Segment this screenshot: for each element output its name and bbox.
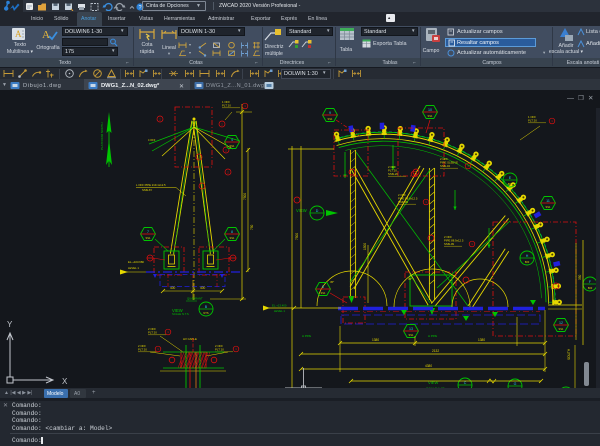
- svg-text:1: 1: [471, 242, 473, 246]
- svg-text:X: X: [62, 377, 68, 386]
- svg-text:B: B: [205, 305, 208, 309]
- svg-text:SS1: SS1: [559, 327, 564, 331]
- svg-text:2: 2: [225, 149, 227, 153]
- svg-text:7: 7: [147, 230, 149, 234]
- svg-text:SS1: SS1: [409, 333, 414, 337]
- svg-text:10: 10: [428, 108, 432, 112]
- svg-text:2: 2: [159, 118, 161, 122]
- svg-text:HV CABLE: HV CABLE: [183, 337, 197, 341]
- svg-text:EL.+103.680: EL.+103.680: [128, 260, 144, 264]
- svg-text:LEVEL 1: LEVEL 1: [128, 266, 139, 270]
- svg-text:H PIPE: H PIPE: [428, 334, 437, 338]
- svg-text:SS6L09: SS6L09: [398, 200, 408, 204]
- svg-text:VIEW: VIEW: [296, 208, 307, 213]
- svg-text:4: 4: [231, 138, 233, 142]
- svg-text:SS6L6Y: SS6L6Y: [142, 188, 152, 192]
- svg-text:4 OFF: 4 OFF: [148, 138, 156, 142]
- svg-text:PLT 20: PLT 20: [148, 330, 157, 334]
- svg-text:1: 1: [425, 200, 427, 204]
- svg-text:H PIPE: H PIPE: [302, 334, 311, 338]
- svg-text:9: 9: [329, 111, 331, 115]
- svg-text:8: 8: [231, 230, 233, 234]
- svg-text:2: 2: [198, 156, 200, 160]
- svg-text:1380: 1380: [372, 338, 379, 342]
- svg-text:A: A: [42, 29, 50, 41]
- svg-text:SS1: SS1: [230, 144, 235, 148]
- svg-text:F: F: [589, 280, 592, 284]
- svg-text:SS6L04: SS6L04: [440, 164, 450, 168]
- svg-text:350: 350: [578, 274, 582, 280]
- svg-text:5: 5: [322, 285, 324, 289]
- svg-text:C: C: [464, 381, 467, 385]
- svg-text:800: 800: [525, 260, 530, 264]
- svg-text:H: H: [526, 254, 529, 258]
- svg-text:PLT 20: PLT 20: [222, 103, 231, 107]
- svg-text:2132: 2132: [432, 349, 439, 353]
- svg-text:1380: 1380: [478, 338, 485, 342]
- svg-text:SS1: SS1: [428, 114, 433, 118]
- svg-text:750: 750: [250, 224, 254, 230]
- svg-text:1: 1: [244, 104, 246, 108]
- svg-text:E: E: [509, 176, 512, 180]
- svg-text:2: 2: [221, 123, 223, 127]
- svg-text:1: 1: [157, 347, 159, 351]
- svg-text:Y: Y: [7, 320, 13, 329]
- svg-text:A: A: [15, 29, 22, 39]
- svg-text:12: 12: [559, 321, 563, 325]
- svg-text:EL.+13.400: EL.+13.400: [272, 304, 287, 308]
- svg-text:800: 800: [508, 182, 513, 186]
- svg-text:SS1: SS1: [230, 236, 235, 240]
- svg-text:PLT 20: PLT 20: [215, 347, 224, 351]
- svg-text:SCALE N.T.S: SCALE N.T.S: [172, 312, 189, 316]
- svg-text:45°: 45°: [330, 280, 334, 284]
- svg-text:1: 1: [551, 119, 553, 123]
- svg-text:SS1: SS1: [546, 205, 551, 209]
- svg-text:SS1: SS1: [146, 236, 151, 240]
- svg-text:7500: 7500: [243, 193, 247, 200]
- svg-text:13: 13: [409, 327, 413, 331]
- svg-text:4380: 4380: [425, 364, 432, 368]
- svg-text:QUADRANT: QUADRANT: [187, 297, 203, 301]
- svg-text:SS1: SS1: [321, 291, 326, 295]
- svg-text:SS6L09: SS6L09: [444, 242, 454, 246]
- svg-text:45°: 45°: [408, 277, 412, 281]
- svg-text:800: 800: [588, 286, 593, 290]
- svg-text:PLT 20: PLT 20: [528, 118, 537, 122]
- svg-text:SS1: SS1: [328, 117, 333, 121]
- svg-text:1500: 1500: [363, 243, 367, 250]
- svg-text:1: 1: [467, 164, 469, 168]
- svg-text:G: G: [514, 382, 517, 386]
- svg-text:400: 400: [170, 286, 176, 290]
- svg-text:7500: 7500: [295, 233, 299, 240]
- svg-text:NTS: NTS: [203, 311, 208, 315]
- svg-text:VIEW: VIEW: [428, 380, 438, 385]
- svg-text:L OFF PIPE 219.1x12.5: L OFF PIPE 219.1x12.5: [136, 183, 166, 187]
- svg-text:11: 11: [546, 199, 550, 203]
- svg-text:1: 1: [167, 330, 169, 334]
- svg-text:SS6L20: SS6L20: [388, 172, 398, 176]
- svg-text:1: 1: [235, 347, 237, 351]
- svg-text:400: 400: [200, 286, 206, 290]
- svg-text:PLT 20: PLT 20: [138, 347, 147, 351]
- svg-text:2: 2: [227, 171, 229, 175]
- svg-text:LEVEL 1: LEVEL 1: [274, 309, 285, 313]
- svg-text:SOUTH: SOUTH: [567, 348, 571, 360]
- svg-text:D: D: [316, 209, 319, 213]
- svg-text:PLATFORM NORTH: PLATFORM NORTH: [100, 122, 104, 150]
